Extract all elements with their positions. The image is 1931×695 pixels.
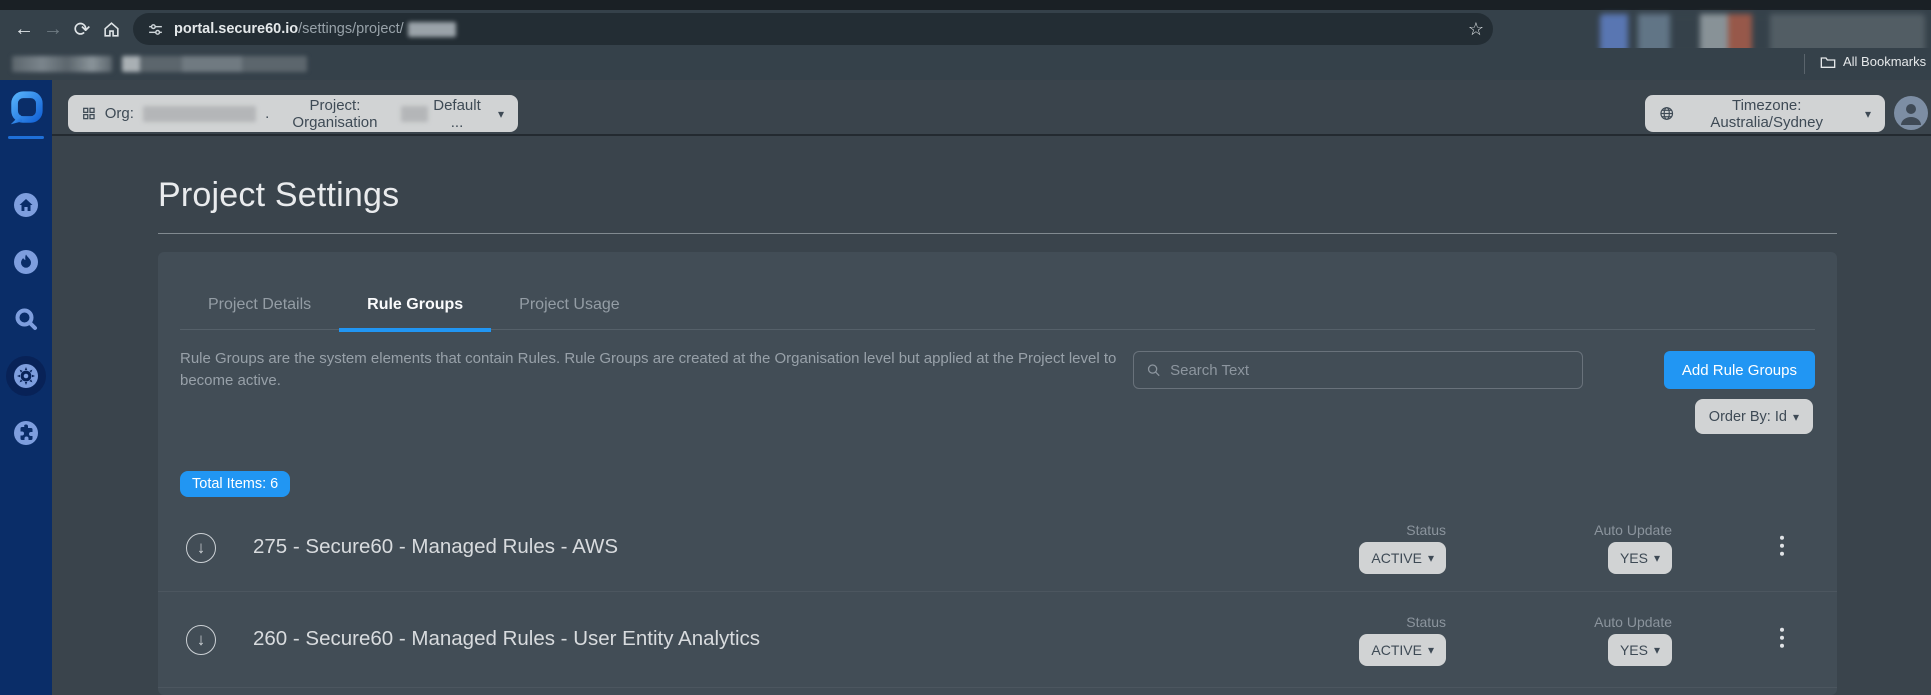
sidebar-item-settings[interactable] <box>6 356 46 396</box>
user-avatar[interactable] <box>1893 95 1929 131</box>
puzzle-circle-icon <box>14 421 38 445</box>
add-rule-groups-button[interactable]: Add Rule Groups <box>1663 351 1815 389</box>
tab-project-details[interactable]: Project Details <box>180 282 339 332</box>
status-field: Status ACTIVE ▾ <box>1359 614 1446 666</box>
window-top-strip <box>0 0 1931 10</box>
org-project-selector[interactable]: Org: . Project: Organisation Default ...… <box>68 95 518 132</box>
tab-bar: Project Details Rule Groups Project Usag… <box>180 282 1815 332</box>
logo-underline <box>8 136 44 139</box>
timezone-selector[interactable]: Timezone: Australia/Sydney ▾ <box>1645 95 1885 132</box>
auto-update-field: Auto Update YES ▾ <box>1594 614 1672 666</box>
order-by-label: Order By: Id <box>1708 408 1787 425</box>
auto-update-label: Auto Update <box>1594 521 1672 538</box>
redacted-org-name <box>142 105 257 122</box>
rule-groups-description: Rule Groups are the system elements that… <box>180 350 1117 389</box>
forward-icon[interactable]: → <box>37 13 69 45</box>
home-circle-icon <box>14 193 38 217</box>
status-dropdown[interactable]: ACTIVE ▾ <box>1359 541 1446 574</box>
caret-down-icon: ▾ <box>1427 642 1434 657</box>
order-by-dropdown[interactable]: Order By: Id ▾ <box>1694 399 1813 434</box>
search-icon <box>1147 364 1160 377</box>
kebab-menu-icon[interactable] <box>1776 531 1788 559</box>
tab-project-usage[interactable]: Project Usage <box>491 282 648 332</box>
sidebar-nav <box>0 80 52 695</box>
auto-update-label: Auto Update <box>1594 613 1672 630</box>
url-path: /settings/project/ <box>298 21 404 37</box>
url-host: portal.secure60.io <box>174 21 299 37</box>
timezone-label: Timezone: Australia/Sydney <box>1710 96 1823 131</box>
auto-update-value: YES <box>1619 549 1648 566</box>
search-box <box>1133 351 1583 389</box>
download-icon[interactable]: ↓ <box>186 532 216 563</box>
folder-icon <box>1820 56 1836 68</box>
download-icon[interactable]: ↓ <box>186 624 216 655</box>
caret-down-icon: ▾ <box>1864 106 1871 121</box>
auto-update-dropdown[interactable]: YES ▾ <box>1607 541 1672 574</box>
url-bar[interactable]: portal.secure60.io/settings/project/ <box>133 13 1493 45</box>
page-title: Project Settings <box>158 176 400 214</box>
project-tail: Default ... <box>433 96 481 131</box>
status-value: ACTIVE <box>1371 549 1422 566</box>
bookmarks-divider <box>1804 54 1805 74</box>
reload-icon[interactable]: ⟳ <box>66 13 98 45</box>
caret-down-icon: ▾ <box>1653 550 1660 565</box>
rule-group-row: ↓ 275 - Secure60 - Managed Rules - AWS S… <box>158 504 1837 592</box>
redacted-project-id <box>400 105 429 122</box>
status-dropdown[interactable]: ACTIVE ▾ <box>1359 633 1446 666</box>
redacted-bookmark[interactable] <box>12 56 112 72</box>
sidebar-item-detections[interactable] <box>6 242 46 282</box>
redacted-bookmark[interactable] <box>122 56 307 72</box>
org-dot: . <box>265 105 270 122</box>
caret-down-icon: ▾ <box>497 106 504 121</box>
status-value: ACTIVE <box>1371 641 1422 658</box>
status-field: Status ACTIVE ▾ <box>1359 522 1446 574</box>
all-bookmarks-label: All Bookmarks <box>1843 54 1927 69</box>
tune-icon <box>149 23 162 35</box>
org-label: Org: <box>104 105 134 122</box>
kebab-menu-icon[interactable] <box>1776 623 1788 651</box>
auto-update-field: Auto Update YES ▾ <box>1594 522 1672 574</box>
sidebar-item-search[interactable] <box>6 299 46 339</box>
bookmark-star-icon[interactable]: ☆ <box>1460 13 1492 45</box>
secure60-logo[interactable] <box>7 90 45 128</box>
rule-group-title: 260 - Secure60 - Managed Rules - User En… <box>253 626 761 650</box>
home-icon[interactable] <box>95 13 127 45</box>
rule-group-title: 275 - Secure60 - Managed Rules - AWS <box>253 534 619 558</box>
app-header-bar: Org: . Project: Organisation Default ...… <box>52 80 1931 136</box>
auto-update-value: YES <box>1619 641 1648 658</box>
caret-down-icon: ▾ <box>1792 409 1799 424</box>
app-window: Org: . Project: Organisation Default ...… <box>0 80 1931 695</box>
search-input[interactable] <box>1170 361 1570 379</box>
status-label: Status <box>1406 521 1446 538</box>
all-bookmarks-button[interactable]: All Bookmarks <box>1820 54 1926 69</box>
flame-circle-icon <box>14 250 38 274</box>
project-label: Project: Organisation <box>292 96 378 131</box>
total-items-badge: Total Items: 6 <box>180 471 291 497</box>
back-icon[interactable]: ← <box>8 13 40 45</box>
browser-chrome: ← → ⟳ portal.secure60.io/settings/projec… <box>0 0 1931 80</box>
rule-group-row: ↓ 260 - Secure60 - Managed Rules - User … <box>158 592 1837 688</box>
caret-down-icon: ▾ <box>1427 550 1434 565</box>
home-icon <box>103 21 119 37</box>
tab-rule-groups[interactable]: Rule Groups <box>339 282 492 332</box>
auto-update-dropdown[interactable]: YES ▾ <box>1607 633 1672 666</box>
url-text: portal.secure60.io/settings/project/ <box>174 21 404 37</box>
bookmarks-bar: All Bookmarks <box>0 48 1931 80</box>
sidebar-item-integrations[interactable] <box>6 413 46 453</box>
gear-circle-icon <box>14 364 38 388</box>
status-label: Status <box>1406 613 1446 630</box>
search-circle-icon <box>15 308 37 330</box>
browser-toolbar: ← → ⟳ portal.secure60.io/settings/projec… <box>0 10 1931 54</box>
sidebar-item-home[interactable] <box>6 185 46 225</box>
rule-group-list: ↓ 275 - Secure60 - Managed Rules - AWS S… <box>158 504 1837 688</box>
redacted-url-segment <box>407 21 456 37</box>
title-divider <box>158 233 1837 234</box>
grid-icon <box>83 107 95 120</box>
main-area: Org: . Project: Organisation Default ...… <box>52 80 1931 695</box>
settings-panel: Project Details Rule Groups Project Usag… <box>158 252 1837 695</box>
caret-down-icon: ▾ <box>1653 642 1660 657</box>
globe-icon <box>1660 107 1674 120</box>
